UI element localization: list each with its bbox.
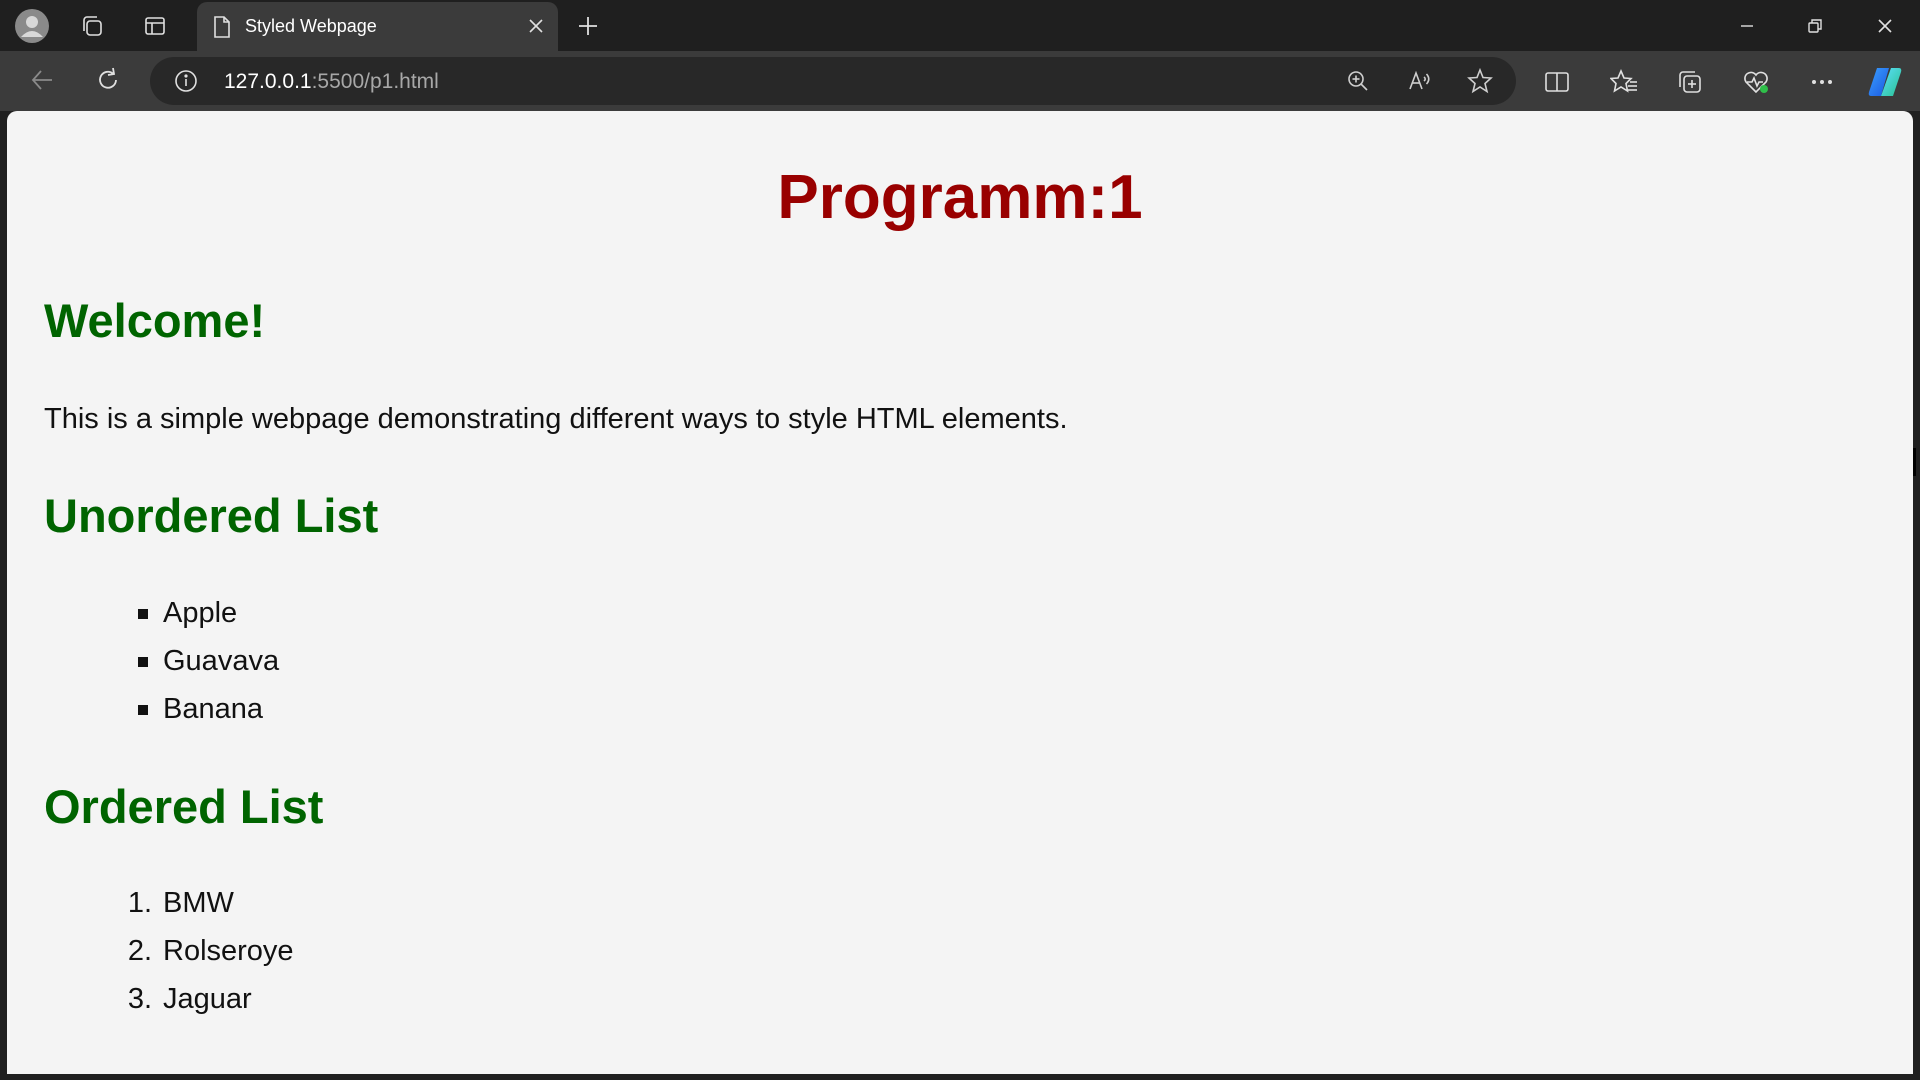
profile-avatar-icon[interactable] xyxy=(14,8,50,44)
back-button[interactable] xyxy=(22,62,62,102)
refresh-icon xyxy=(95,67,121,98)
list-item-label: Banana xyxy=(163,693,263,725)
list-item-label: Apple xyxy=(163,597,238,629)
url-path: :5500/p1.html xyxy=(311,70,439,93)
active-tab[interactable]: Styled Webpage xyxy=(197,2,558,51)
list-item-label: Guavava xyxy=(163,645,280,677)
list-item-label: BMW xyxy=(163,887,234,919)
copilot-icon[interactable] xyxy=(1865,62,1905,102)
favorites-icon[interactable] xyxy=(1604,62,1644,102)
page-viewport: Programm:1 Welcome! This is a simple web… xyxy=(7,111,1913,1074)
workspaces-icon[interactable] xyxy=(74,8,110,44)
list-item-label: Rolseroye xyxy=(163,935,294,967)
page-heading: Programm:1 xyxy=(777,163,1143,232)
list-item-number: 3. xyxy=(127,983,152,1015)
star-icon[interactable] xyxy=(1464,65,1496,97)
collections-icon[interactable] xyxy=(1670,62,1710,102)
square-bullet xyxy=(138,657,148,667)
heart-pulse-icon[interactable] xyxy=(1736,62,1776,102)
list-item-label: Jaguar xyxy=(163,983,252,1015)
url-host: 127.0.0.1 xyxy=(224,70,312,93)
title-bar: Styled Webpage xyxy=(0,0,1920,51)
tab-close-icon[interactable] xyxy=(524,14,548,38)
list-item-number: 1. xyxy=(127,887,152,919)
vertical-tabs-icon[interactable] xyxy=(137,8,173,44)
square-bullet xyxy=(138,609,148,619)
new-tab-button[interactable] xyxy=(570,8,606,44)
welcome-heading: Welcome! xyxy=(44,294,266,347)
info-icon[interactable] xyxy=(174,69,198,98)
restore-icon[interactable] xyxy=(1780,0,1850,51)
list-item-number: 2. xyxy=(127,935,152,967)
refresh-button[interactable] xyxy=(88,62,128,102)
ordered-list-heading: Ordered List xyxy=(44,780,324,833)
read-aloud-icon[interactable] xyxy=(1404,65,1436,97)
close-icon[interactable] xyxy=(1850,0,1920,51)
minimize-icon[interactable] xyxy=(1712,0,1782,51)
page-icon xyxy=(211,15,233,44)
unordered-list-heading: Unordered List xyxy=(44,489,379,542)
square-bullet xyxy=(138,705,148,715)
zoom-in-icon[interactable] xyxy=(1342,65,1374,97)
more-dots-icon[interactable] xyxy=(1802,62,1842,102)
url-text[interactable]: 127.0.0.1:5500/p1.html xyxy=(224,70,439,94)
window-resize-handle[interactable] xyxy=(1913,448,1916,476)
back-arrow-icon xyxy=(29,67,55,98)
browser-toolbar: 127.0.0.1:5500/p1.html xyxy=(0,51,1920,111)
intro-paragraph: This is a simple webpage demonstrating d… xyxy=(44,403,1068,435)
address-bar[interactable]: 127.0.0.1:5500/p1.html xyxy=(150,57,1516,105)
split-screen-icon[interactable] xyxy=(1537,62,1577,102)
tab-title: Styled Webpage xyxy=(245,16,377,36)
